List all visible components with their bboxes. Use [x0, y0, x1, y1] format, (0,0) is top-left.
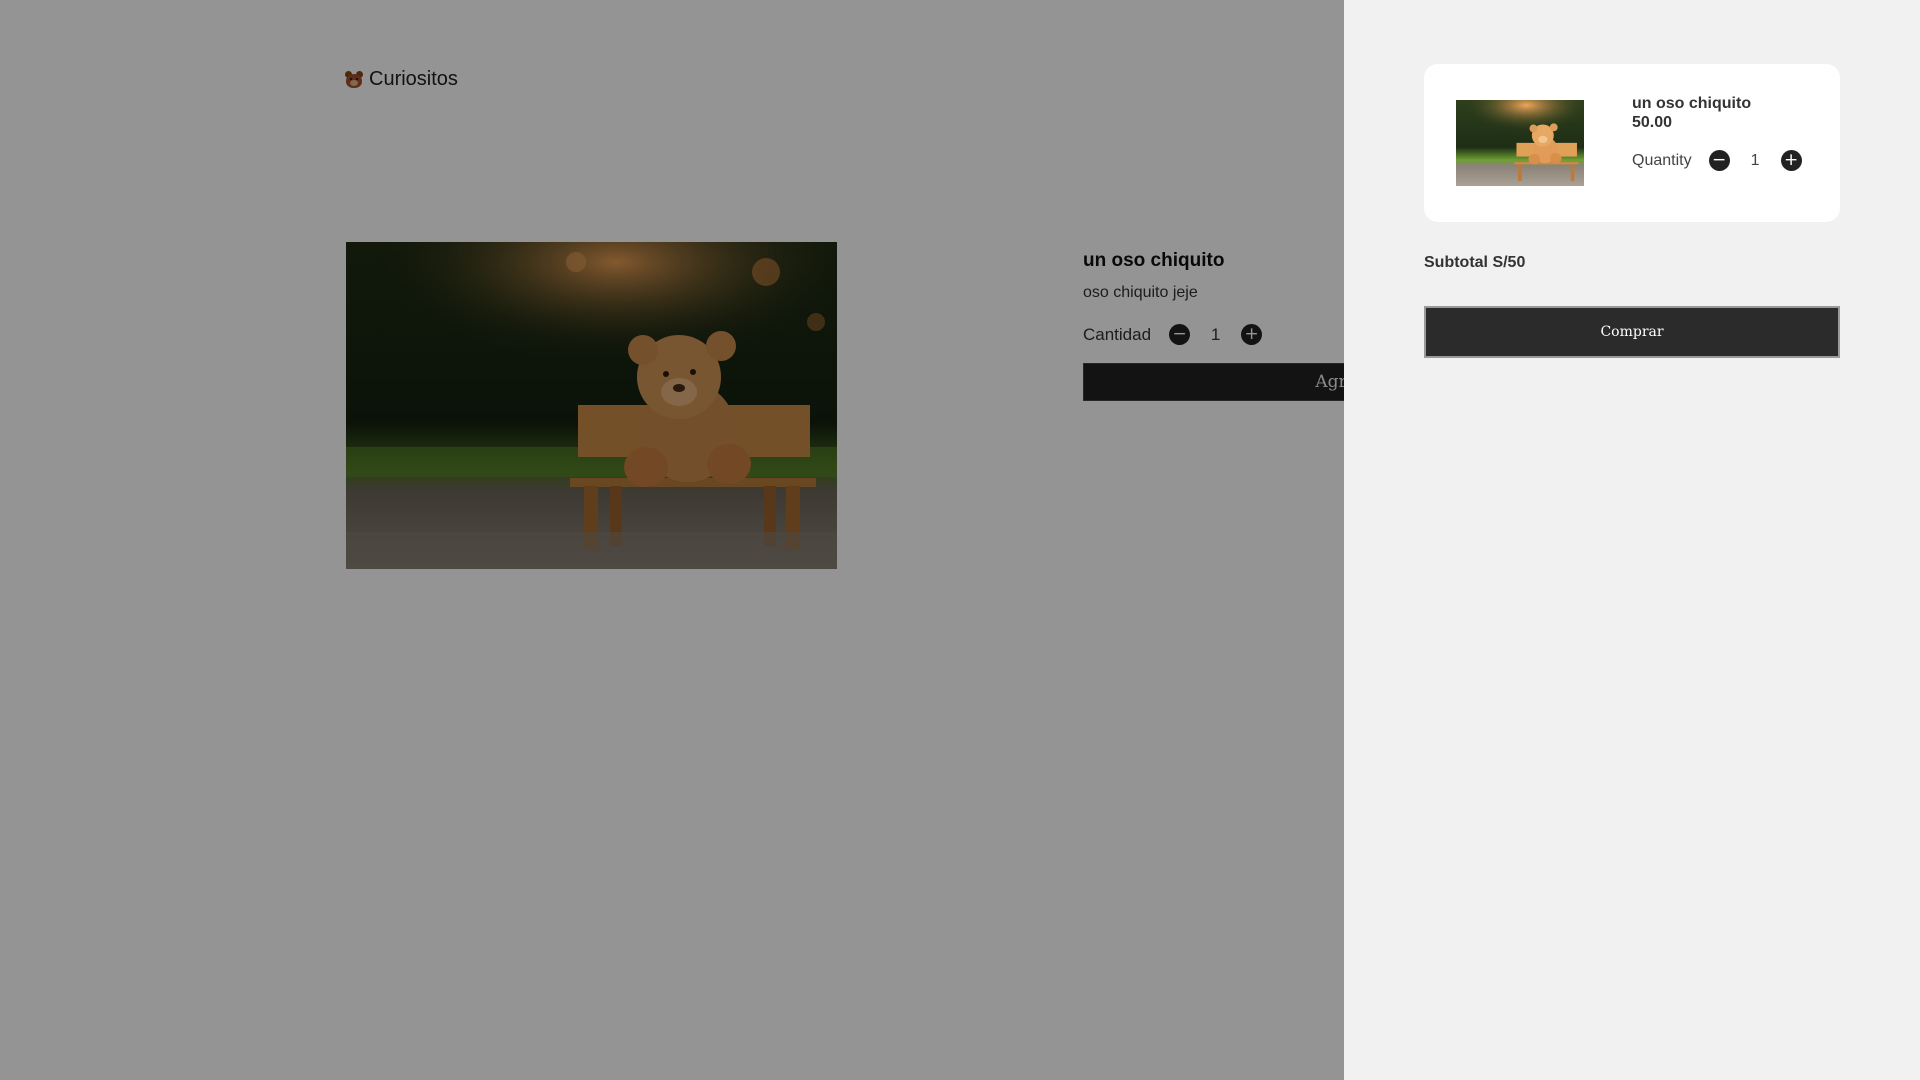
cart-quantity-stepper: Quantity − 1 +: [1632, 150, 1802, 171]
cart-item-thumbnail: [1456, 100, 1584, 186]
buy-button[interactable]: Comprar: [1424, 306, 1840, 358]
cart-drawer: un oso chiquito 50.00 Quantity − 1 + Sub…: [1344, 0, 1920, 1080]
minus-icon[interactable]: −: [1708, 150, 1730, 171]
cart-item-price: 50.00: [1632, 114, 1673, 131]
cart-item-details: un oso chiquito 50.00 Quantity − 1 +: [1632, 95, 1802, 171]
cart-quantity-label: Quantity: [1632, 151, 1692, 169]
cart-subtotal: Subtotal S/50: [1424, 254, 1526, 271]
plus-icon[interactable]: +: [1780, 150, 1802, 171]
cart-quantity-value: 1: [1750, 151, 1760, 169]
cart-item-name: un oso chiquito: [1632, 95, 1752, 112]
cart-item-card: un oso chiquito 50.00 Quantity − 1 +: [1424, 64, 1840, 222]
